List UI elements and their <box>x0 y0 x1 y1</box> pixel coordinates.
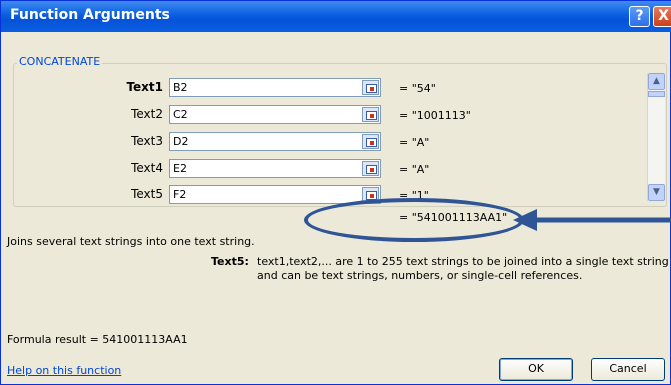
cancel-button[interactable]: Cancel <box>591 358 665 381</box>
function-name-label: CONCATENATE <box>17 55 103 68</box>
annotation-arrow-icon <box>513 209 671 231</box>
collapse-dialog-icon[interactable] <box>362 107 379 122</box>
title-bar[interactable]: Function Arguments ? X <box>1 1 671 32</box>
ok-button[interactable]: OK <box>499 358 573 381</box>
scroll-up-icon[interactable]: ▲ <box>648 73 665 90</box>
arg-help-label: Text5: <box>211 255 249 268</box>
formula-result: Formula result = 541001113AA1 <box>7 333 188 346</box>
function-description: Joins several text strings into one text… <box>7 235 255 248</box>
arg-help-line: text1,text2,... are 1 to 255 text string… <box>257 255 669 268</box>
arg-input-text3[interactable]: D2 <box>169 132 381 151</box>
arg-label-text1: Text1 <box>126 80 163 94</box>
highlight-ellipse <box>304 198 524 242</box>
close-button[interactable]: X <box>653 6 671 27</box>
arg-help-line: and can be text strings, numbers, or sin… <box>257 269 583 282</box>
help-on-function-link[interactable]: Help on this function <box>7 364 121 377</box>
function-arguments-dialog: Function Arguments ? X CONCATENATE Text1… <box>0 0 671 385</box>
arg-value-text1: = "54" <box>399 82 436 95</box>
arg-label-text3: Text3 <box>131 134 163 148</box>
arg-value-text2: = "1001113" <box>399 109 471 122</box>
arg-input-text4[interactable]: E2 <box>169 159 381 178</box>
arguments-scrollbar[interactable]: ▲ ▼ <box>647 73 665 201</box>
help-button[interactable]: ? <box>629 6 650 27</box>
scroll-thumb[interactable] <box>648 91 665 97</box>
arg-label-text5: Text5 <box>131 187 163 201</box>
collapse-dialog-icon[interactable] <box>362 134 379 149</box>
scroll-down-icon[interactable]: ▼ <box>648 184 665 201</box>
arg-label-text2: Text2 <box>131 107 163 121</box>
collapse-dialog-icon[interactable] <box>362 161 379 176</box>
arg-help-text: text1,text2,... are 1 to 255 text string… <box>257 255 669 283</box>
arg-value-text3: = "A" <box>399 136 430 149</box>
arg-label-text4: Text4 <box>131 161 163 175</box>
arg-input-text1[interactable]: B2 <box>169 78 381 97</box>
collapse-dialog-icon[interactable] <box>362 80 379 95</box>
dialog-title: Function Arguments <box>10 7 170 23</box>
arg-value-text4: = "A" <box>399 163 430 176</box>
arg-input-text2[interactable]: C2 <box>169 105 381 124</box>
